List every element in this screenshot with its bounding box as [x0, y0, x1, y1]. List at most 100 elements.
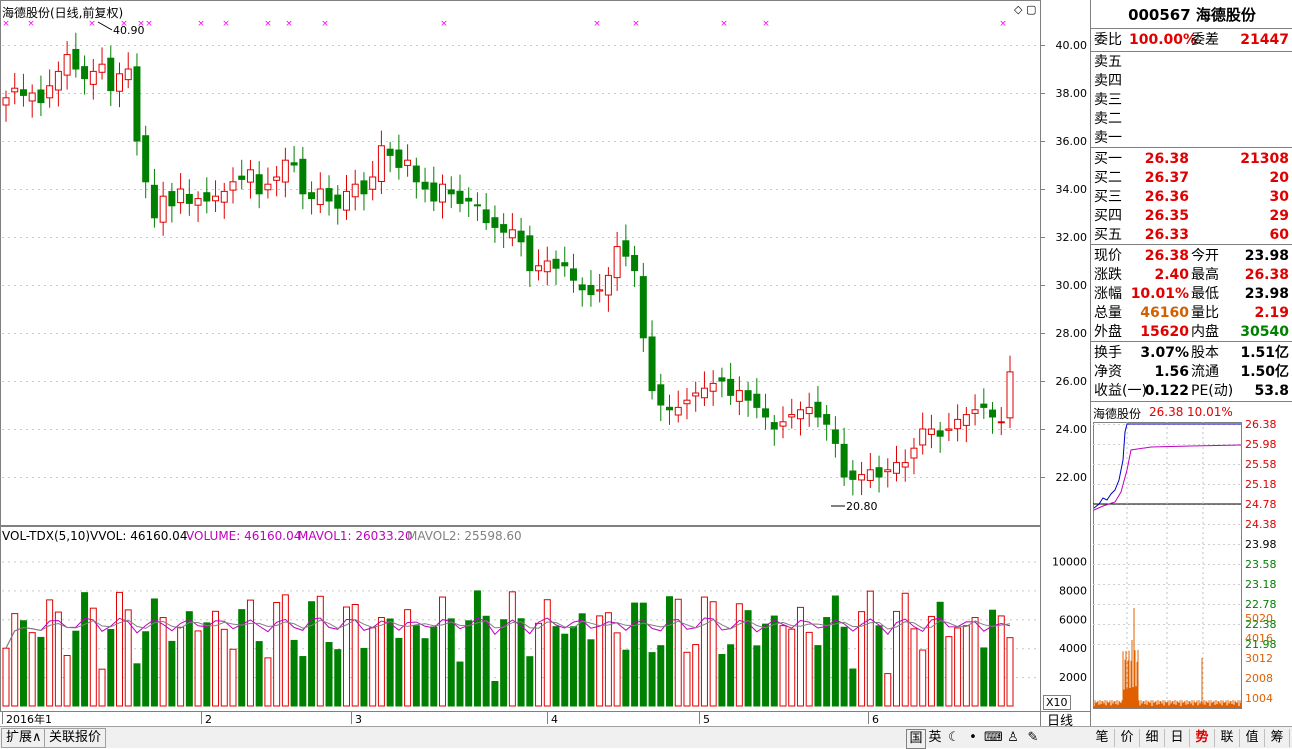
side-tab[interactable]: 势 [1190, 729, 1215, 747]
candle-body [412, 165, 420, 183]
volume-bar [770, 615, 778, 707]
volume-bar [805, 631, 813, 707]
buy-row[interactable]: 买四 26.35 29 [1091, 207, 1292, 226]
volume-bar [19, 620, 27, 707]
fundamental-label-2: 股本 [1191, 345, 1219, 361]
candle-body [220, 190, 228, 203]
price-axis-label: 38.00 [1056, 87, 1088, 100]
candle-body [622, 240, 630, 257]
volume-bar [482, 615, 490, 707]
volume-bar [840, 626, 848, 707]
side-tab[interactable]: 值 [1240, 729, 1265, 747]
buy-level-label: 买三 [1094, 189, 1122, 205]
stat-label-2: 最低 [1191, 286, 1219, 302]
volume-bar [273, 601, 281, 707]
sell-row[interactable]: 卖一 [1091, 129, 1292, 148]
volume-bar [11, 613, 19, 707]
stock-code-name: 000567 海德股份 [1128, 6, 1256, 24]
buy-price: 26.38 [1144, 151, 1189, 167]
volume-bar [168, 640, 176, 707]
volume-bar [2, 647, 10, 707]
buy-level-label: 买二 [1094, 170, 1122, 186]
side-tab[interactable]: 日 [1165, 729, 1190, 747]
mini-price-label: 26.38 [1245, 420, 1277, 431]
ime-ying-icon[interactable]: 英 [926, 729, 944, 747]
volume-bar [823, 617, 831, 707]
buy-row[interactable]: 买一 26.38 21308 [1091, 150, 1292, 169]
volume-bar [884, 673, 892, 707]
diamond-icon[interactable]: ◇ [1014, 3, 1022, 16]
side-tab[interactable]: 细 [1140, 729, 1165, 747]
volume-bar [727, 644, 735, 707]
keyboard-icon[interactable]: ⌨ [984, 729, 1003, 747]
volume-bar [919, 649, 927, 707]
candle-body [500, 224, 508, 233]
candle-body [28, 92, 36, 102]
candle-body [875, 467, 883, 478]
event-marker: × [440, 19, 448, 29]
volume-bar [569, 626, 577, 707]
bottom-bar: 扩展∧ 关联报价 国 英 ☾ • ⌨ ♙ ✎ 笔价细日势联值筹 [0, 726, 1292, 749]
buy-row[interactable]: 买二 26.37 20 [1091, 169, 1292, 188]
volume-bar [587, 639, 595, 707]
kline-chart-area[interactable]: 40.00 38.00 36.00 34.00 32.00 30.00 28.00 26.00… [0, 0, 1090, 747]
volume-bar [954, 627, 962, 707]
volume-bar [596, 615, 604, 707]
candle-body [814, 401, 822, 418]
volume-bar [421, 638, 429, 707]
candle-body [796, 409, 804, 420]
side-tab[interactable]: 笔 [1090, 729, 1115, 747]
volume-bar [491, 680, 499, 707]
volume-axis-label: 6000 [1059, 613, 1087, 626]
ime-guo-icon[interactable]: 国 [906, 729, 926, 749]
event-marker: × [632, 19, 640, 29]
buy-row[interactable]: 买五 26.33 60 [1091, 226, 1292, 245]
sell-row[interactable]: 卖四 [1091, 72, 1292, 91]
candle-body [308, 192, 316, 200]
stat-row: 涨跌 2.40 最高 26.38 [1091, 266, 1292, 285]
buy-volume: 30 [1269, 189, 1289, 205]
volume-bar [657, 645, 665, 707]
buy-price: 26.33 [1144, 227, 1189, 243]
candle-body [561, 262, 569, 267]
sell-row[interactable]: 卖二 [1091, 110, 1292, 129]
volume-bar [962, 625, 970, 707]
related-quote-tab[interactable]: 关联报价 [44, 728, 107, 748]
kline-chart[interactable]: 40.00 38.00 36.00 34.00 32.00 30.00 28.00 26.00… [0, 0, 1090, 726]
window-toggle-icon[interactable]: ▢ [1026, 3, 1036, 16]
moon-icon[interactable]: ☾ [945, 729, 963, 747]
candle-body [377, 145, 385, 182]
volume-bar [945, 636, 953, 707]
candle-body [989, 409, 997, 418]
volume-bar [107, 628, 115, 707]
volume-indicator-name[interactable]: VOL-TDX(5,10) [2, 529, 90, 543]
candle-body [901, 462, 909, 468]
volume-bar [613, 632, 621, 707]
wrench-icon[interactable]: ✎ [1024, 729, 1042, 747]
side-tab[interactable]: 联 [1215, 729, 1240, 747]
buy-row[interactable]: 买三 26.36 30 [1091, 188, 1292, 207]
candle-body [491, 217, 499, 228]
volume-bar [700, 596, 708, 707]
candle-body [115, 73, 123, 92]
side-tab[interactable]: 筹 [1265, 729, 1290, 747]
volume-bar [901, 592, 909, 707]
date-axis-label: 5 [703, 713, 710, 726]
candle-body [72, 48, 80, 70]
candle-body [692, 392, 700, 397]
candle-body [281, 159, 289, 183]
intraday-mini-chart[interactable]: 26.38 25.98 25.58 25.18 24.78 24.38 23.98 23.58… [1091, 420, 1292, 726]
candle-body [63, 54, 71, 76]
event-marker: × [197, 19, 205, 29]
sell-row[interactable]: 卖五 [1091, 53, 1292, 72]
person-icon[interactable]: ♙ [1004, 729, 1022, 747]
volume-bar [910, 628, 918, 707]
volume-bar [535, 622, 543, 707]
side-tab[interactable]: 价 [1115, 729, 1140, 747]
candle-body [11, 87, 19, 93]
expand-tab[interactable]: 扩展∧ [1, 728, 47, 748]
dot-icon[interactable]: • [964, 729, 982, 747]
sell-row[interactable]: 卖三 [1091, 91, 1292, 110]
candle-body [648, 336, 656, 392]
weicha-value: 21447 [1240, 32, 1289, 48]
